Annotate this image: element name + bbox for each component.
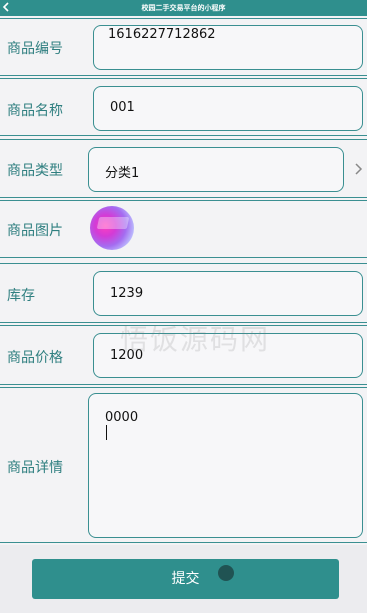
product-name-label: 商品名称: [7, 103, 63, 119]
product-name-field[interactable]: 001: [93, 86, 363, 131]
product-id-value: 1616227712862: [108, 27, 216, 42]
thumbnail-highlight: [96, 217, 130, 229]
form-row-product-name: 商品名称 001: [0, 78, 367, 136]
product-image-thumbnail[interactable]: [90, 206, 134, 250]
form-row-product-type: 商品类型 分类1: [0, 139, 367, 198]
product-id-field[interactable]: 1616227712862: [93, 25, 363, 70]
touch-indicator: [218, 565, 234, 581]
price-label: 商品价格: [7, 350, 63, 366]
product-id-label: 商品编号: [7, 41, 63, 57]
submit-button[interactable]: 提交: [32, 559, 339, 599]
details-label: 商品详情: [7, 460, 63, 476]
form-row-price: 商品价格 1200: [0, 325, 367, 385]
chevron-right-icon[interactable]: [353, 162, 363, 176]
product-name-value: 001: [110, 100, 135, 115]
form-row-details: 商品详情 0000: [0, 387, 367, 543]
price-value: 1200: [110, 348, 144, 363]
form-row-stock: 库存 1239: [0, 263, 367, 323]
details-value: 0000: [105, 410, 139, 425]
product-type-label: 商品类型: [7, 163, 63, 179]
form-row-product-image: 商品图片: [0, 200, 367, 258]
product-image-label: 商品图片: [7, 223, 63, 239]
details-value-line: 0000: [105, 410, 362, 440]
stock-value: 1239: [110, 286, 144, 301]
stock-label: 库存: [7, 288, 35, 304]
form-row-product-id: 商品编号 1616227712862: [0, 18, 367, 76]
product-type-select[interactable]: 分类1: [88, 147, 344, 192]
stock-field[interactable]: 1239: [93, 271, 363, 316]
page-title: 校园二手交易平台的小程序: [141, 4, 226, 12]
price-field[interactable]: 1200: [93, 333, 363, 378]
top-nav-bar: 校园二手交易平台的小程序: [0, 0, 367, 16]
details-textarea[interactable]: 0000: [88, 393, 363, 538]
text-cursor: [106, 425, 107, 440]
product-type-value: 分类1: [105, 166, 140, 181]
